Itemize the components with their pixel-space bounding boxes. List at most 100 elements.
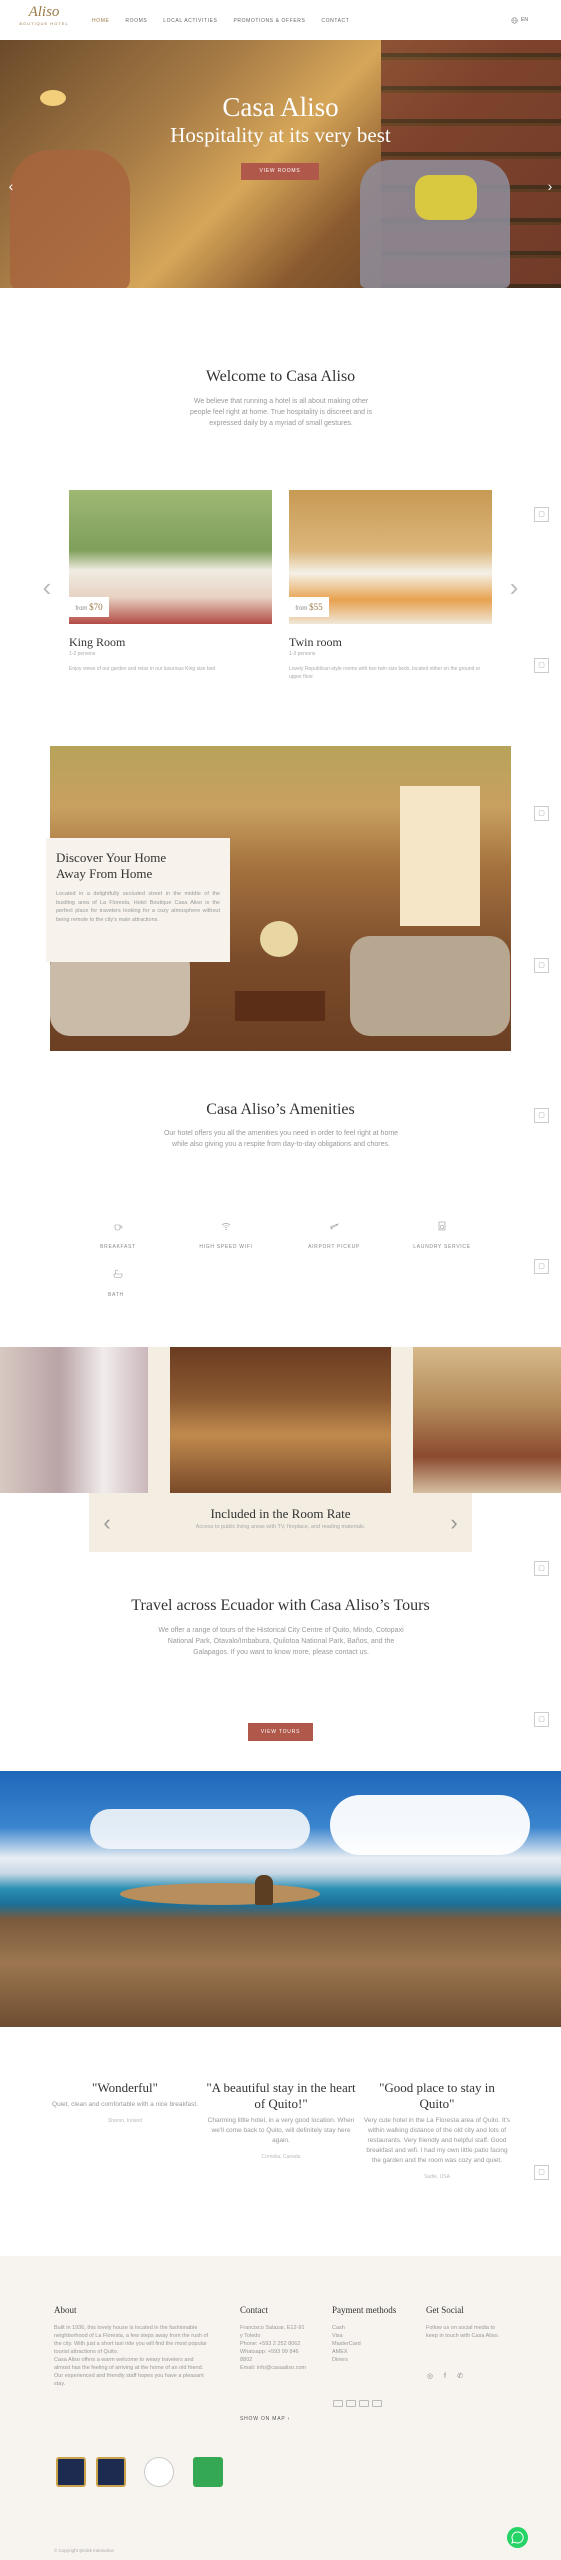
nav-contact[interactable]: CONTACT (321, 16, 349, 26)
nav-promotions[interactable]: PROMOTIONS & OFFERS (233, 16, 305, 26)
footer-about-text: Casa Aliso offers a warm welcome to wear… (54, 2357, 204, 2371)
footer-contact: Contact Francisco Salazar, E12-91 y Tole… (240, 2305, 320, 2372)
gallery-image[interactable] (413, 1347, 561, 1493)
room-name[interactable]: King Room (69, 635, 125, 650)
contact-whatsapp[interactable]: Whatsapp: +593 99 846 (240, 2348, 320, 2356)
payment-method: Cash (332, 2325, 345, 2331)
show-on-map-link[interactable]: SHOW ON MAP › (240, 2416, 290, 2422)
tripadvisor-badge (144, 2457, 174, 2487)
language-switcher[interactable]: EN (511, 15, 528, 25)
card-icon (372, 2400, 382, 2407)
copyright-text: © Copyright Ştrokk Interactive (54, 2548, 114, 2553)
payment-method: AMEX (332, 2349, 348, 2355)
amenity-wifi: HIGH SPEED WIFI (176, 1221, 276, 1253)
review-title: "Good place to stay in Quito" (379, 2080, 495, 2111)
review-card: "Wonderful" Quiet, clean and comfortable… (50, 2080, 200, 2124)
gallery-next-arrow-icon[interactable]: › (448, 1512, 460, 1534)
side-scroll-button[interactable]: ▢ (534, 658, 549, 673)
contact-address: Francisco Salazar, E12-91 (240, 2325, 305, 2331)
payment-method: Diners (332, 2357, 348, 2363)
armchair-image (10, 150, 130, 288)
contact-whatsapp[interactable]: 8802 (240, 2356, 320, 2364)
site-footer (0, 2256, 561, 2560)
footer-payment-title: Payment methods (332, 2305, 397, 2315)
coffee-table-image (235, 991, 325, 1021)
contact-email[interactable]: Email: info@casaaliso.com (240, 2364, 320, 2372)
card-icon (346, 2400, 356, 2407)
gallery-subtitle: Access to public living areas with TV, f… (195, 1524, 366, 1530)
main-nav: HOME ROOMS LOCAL ACTIVITIES PROMOTIONS &… (92, 16, 349, 26)
discover-card: Discover Your Home Away From Home Locate… (46, 838, 230, 962)
rooms-prev-arrow-icon[interactable]: ‹ (40, 574, 54, 600)
side-scroll-button[interactable]: ▢ (534, 1561, 549, 1576)
room-card-twin[interactable]: from $55 Twin room 1-3 persons Lovely Re… (289, 490, 492, 690)
side-scroll-button[interactable]: ▢ (534, 958, 549, 973)
footer-social-title: Get Social (426, 2305, 464, 2315)
room-capacity: 1-2 persons (69, 651, 96, 657)
nav-home[interactable]: HOME (92, 16, 109, 26)
review-title: "A beautiful stay in the heart of Quito!… (206, 2080, 356, 2111)
footer-social: Get Social Follow us on social media to … (426, 2305, 506, 2340)
whatsapp-icon (511, 2531, 524, 2544)
footer-about-title: About (54, 2305, 77, 2315)
logo[interactable]: Aliso BOUTIQUE HOTEL (16, 4, 72, 36)
hero-next-arrow-icon[interactable]: › (545, 176, 555, 196)
amenity-bath: BATH (68, 1269, 168, 1301)
hero-prev-arrow-icon[interactable]: ‹ (6, 176, 16, 196)
room-price: from $55 (289, 597, 329, 617)
room-capacity: 1-3 persons (289, 651, 316, 657)
side-scroll-button[interactable]: ▢ (534, 1712, 549, 1727)
galapagos-landscape-image (0, 1771, 561, 2027)
discover-text: Located in a delightfully secluded stree… (56, 891, 220, 923)
hero-subtitle: Hospitality at its very best (170, 123, 391, 147)
arrow-right-icon: › (287, 2416, 291, 2422)
whatsapp-chat-button[interactable] (507, 2527, 528, 2548)
amenities-text: Our hotel offers you all the amenities y… (163, 1130, 399, 1148)
side-scroll-button[interactable]: ▢ (534, 507, 549, 522)
room-description: Enjoy views of our garden and relax in o… (69, 666, 216, 672)
facebook-icon[interactable]: f (440, 2372, 450, 2382)
cloud-image (90, 1809, 310, 1849)
amenity-airport: AIRPORT PICKUP (284, 1221, 384, 1253)
globe-icon (511, 16, 518, 24)
side-scroll-button[interactable]: ▢ (534, 2165, 549, 2180)
footer-payment: Payment methods Cash Visa MasterCard AME… (332, 2305, 412, 2364)
hero-title: Casa Aliso (222, 92, 339, 122)
flowers-image (260, 921, 298, 957)
whatsapp-icon[interactable]: ✆ (455, 2372, 465, 2382)
view-tours-button[interactable]: VIEW TOURS (248, 1723, 313, 1741)
site-header: Aliso BOUTIQUE HOTEL HOME ROOMS LOCAL AC… (0, 0, 561, 40)
side-scroll-button[interactable]: ▢ (534, 806, 549, 821)
gallery-image[interactable] (0, 1347, 148, 1493)
amenity-breakfast: BREAKFAST (68, 1221, 168, 1253)
review-card: "A beautiful stay in the heart of Quito!… (206, 2080, 356, 2160)
breakfast-icon (114, 1224, 123, 1231)
side-scroll-button[interactable]: ▢ (534, 1259, 549, 1274)
bath-icon (113, 1269, 123, 1278)
room-name[interactable]: Twin room (289, 635, 342, 650)
view-rooms-button[interactable]: VIEW ROOMS (241, 163, 319, 180)
payment-method: MasterCard (332, 2341, 361, 2347)
cloud-image (330, 1795, 530, 1855)
footer-about-text: Our experienced and friendly staff hopes… (54, 2373, 204, 2387)
pinnacle-rock-image (255, 1875, 273, 1905)
review-author: Sharon, Ireland (107, 2118, 143, 2124)
window-image (400, 786, 480, 926)
instagram-icon[interactable]: ◎ (425, 2372, 435, 2382)
gallery-image[interactable] (170, 1347, 391, 1493)
room-card-king[interactable]: from $70 King Room 1-2 persons Enjoy vie… (69, 490, 272, 690)
rooms-next-arrow-icon[interactable]: › (507, 574, 521, 600)
nav-rooms[interactable]: ROOMS (125, 16, 147, 26)
welcome-text: We believe that running a hotel is all a… (189, 398, 373, 427)
laundry-icon (438, 1221, 446, 1231)
contact-phone[interactable]: Phone: +593 2 252 8062 (240, 2340, 320, 2348)
nav-local-activities[interactable]: LOCAL ACTIVITIES (163, 16, 217, 26)
discover-title: Discover Your Home Away From Home (56, 850, 167, 881)
logo-text: Aliso (28, 4, 60, 20)
tours-title: Travel across Ecuador with Casa Aliso’s … (131, 1597, 430, 1614)
contact-address: y Toledo (240, 2333, 261, 2339)
review-author: Sadie, USA (424, 2174, 450, 2180)
award-badge (56, 2457, 86, 2487)
language-label: EN (521, 17, 528, 23)
welcome-title: Welcome to Casa Aliso (205, 368, 356, 385)
